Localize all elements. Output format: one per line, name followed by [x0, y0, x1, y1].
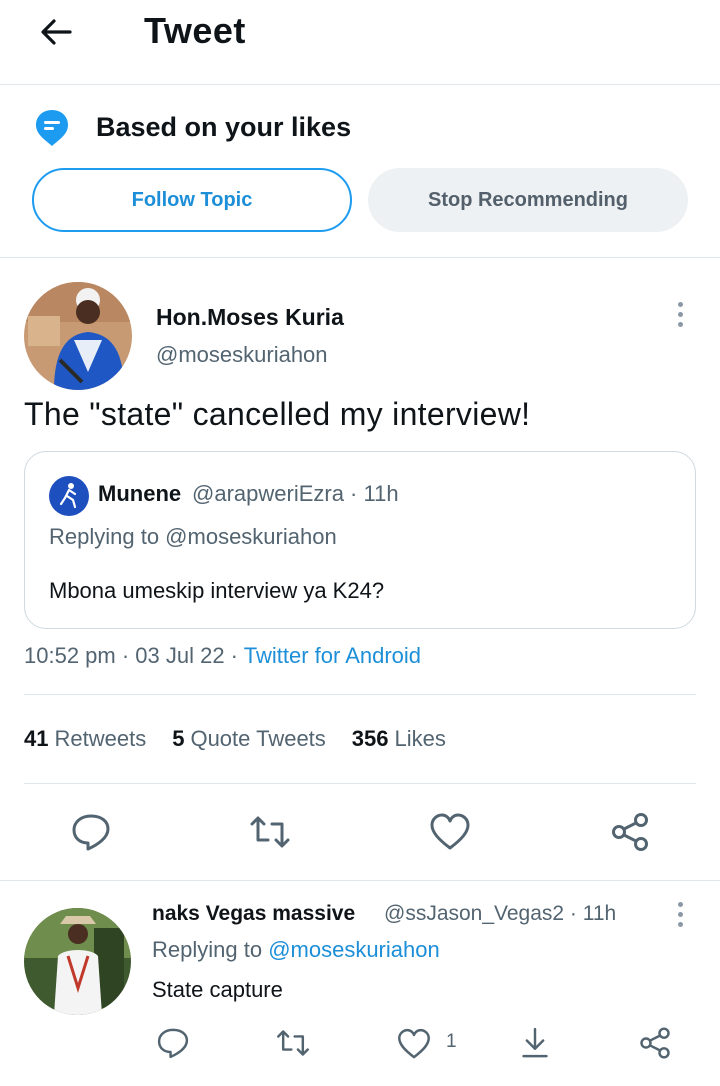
more-options-icon[interactable]	[674, 302, 686, 332]
reply-like-button[interactable]	[396, 1026, 432, 1062]
tweet-source-link[interactable]: Twitter for Android	[244, 643, 421, 668]
quote-tweets-stat[interactable]: 5 Quote Tweets	[172, 726, 326, 752]
share-icon	[612, 813, 648, 851]
reply-download-button[interactable]	[517, 1025, 553, 1061]
retweet-button[interactable]	[248, 810, 292, 854]
stop-recommending-button[interactable]: Stop Recommending	[368, 168, 688, 232]
author-handle[interactable]: @moseskuriahon	[156, 342, 328, 368]
share-icon	[640, 1027, 670, 1059]
reply-reply-button[interactable]	[155, 1025, 191, 1061]
reply-icon	[157, 1028, 189, 1059]
tweet-meta: 10:52 pm · 03 Jul 22 · Twitter for Andro…	[24, 643, 421, 669]
tweet-timestamp: 10:52 pm · 03 Jul 22 ·	[24, 643, 244, 668]
retweets-stat[interactable]: 41 Retweets	[24, 726, 146, 752]
replying-to-link[interactable]: @moseskuriahon	[268, 937, 440, 962]
quoted-author-name: Munene	[98, 481, 182, 506]
meta-divider	[24, 694, 696, 695]
likes-stat[interactable]: 356 Likes	[352, 726, 446, 752]
reply-share-button[interactable]	[637, 1025, 673, 1061]
reply-icon	[72, 814, 110, 851]
stats-divider	[24, 783, 696, 784]
reply-author-name[interactable]: naks Vegas massive	[152, 902, 355, 926]
reply-text: State capture	[152, 977, 283, 1002]
reply-like-count: 1	[446, 1031, 457, 1052]
follow-topic-button[interactable]: Follow Topic	[32, 168, 352, 232]
share-button[interactable]	[608, 810, 652, 854]
reply-author-avatar[interactable]	[24, 908, 131, 1015]
topic-title: Based on your likes	[96, 112, 352, 142]
page-title: Tweet	[144, 10, 246, 51]
reply-author-handle[interactable]: @ssJason_Vegas2 · 11h	[384, 902, 616, 926]
reply-button[interactable]	[69, 810, 113, 854]
quoted-avatar[interactable]	[49, 476, 89, 516]
retweet-icon	[277, 1030, 309, 1056]
quoted-tweet-text: Mbona umeskip interview ya K24?	[49, 578, 385, 603]
topic-bubble-icon	[34, 108, 70, 148]
tweet-divider	[0, 880, 720, 881]
like-button[interactable]	[428, 810, 472, 854]
author-name[interactable]: Hon.Moses Kuria	[156, 304, 344, 331]
quoted-replying-to: Replying to @moseskuriahon	[49, 524, 337, 549]
reply-more-options-icon[interactable]	[674, 902, 686, 932]
quoted-author-handle: @arapweriEzra · 11h	[192, 481, 399, 506]
retweet-icon	[250, 816, 290, 848]
header-divider	[0, 84, 720, 85]
download-icon	[522, 1027, 548, 1058]
back-button[interactable]	[36, 12, 76, 52]
arrow-left-icon	[41, 19, 72, 45]
quoted-tweet[interactable]: Munene @arapweriEzra · 11h Replying to @…	[24, 451, 696, 629]
author-avatar[interactable]	[24, 282, 132, 390]
reply-retweet-button[interactable]	[275, 1025, 311, 1061]
tweet-stats: 41 Retweets 5 Quote Tweets 356 Likes	[24, 726, 446, 752]
tweet-text: The "state" cancelled my interview!	[24, 396, 531, 432]
heart-icon	[430, 813, 470, 850]
heart-icon	[398, 1028, 430, 1059]
reply-replying-to: Replying to @moseskuriahon	[152, 937, 440, 962]
topic-divider	[0, 257, 720, 258]
